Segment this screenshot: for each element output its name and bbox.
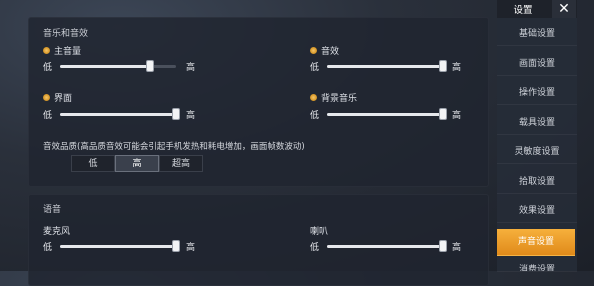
speaker-high-label: 高 (452, 243, 462, 253)
sound-quality-selector: 低 高 超高 (71, 155, 203, 172)
slider-thumb[interactable] (146, 60, 155, 72)
sound-effects-slider[interactable] (327, 60, 447, 72)
sidebar-item-pickup[interactable]: 拾取设置 (497, 171, 577, 194)
background-music-low-label: 低 (310, 111, 320, 121)
sidebar-item-controls[interactable]: 操作设置 (497, 82, 577, 105)
sidebar-item-purchase[interactable]: 消费设置 (497, 259, 577, 272)
background-music-label: 背景音乐 (310, 91, 357, 104)
slider-thumb[interactable] (439, 60, 447, 72)
microphone-label: 麦克风 (43, 224, 70, 237)
audio-settings-panel: 音乐和音效 主音量 低 高 音效 低 高 界面 低 高 背景音乐 低 高 音效品… (28, 17, 489, 187)
slider-thumb[interactable] (439, 108, 447, 120)
speaker-label: 喇叭 (310, 224, 328, 237)
interface-sound-text: 界面 (54, 94, 73, 104)
slider-thumb[interactable] (439, 240, 447, 252)
slider-fill (327, 65, 443, 68)
speaker-slider[interactable] (327, 240, 447, 252)
slider-fill (60, 245, 176, 248)
slider-thumb[interactable] (172, 240, 180, 252)
bullet-icon (43, 94, 50, 101)
close-icon[interactable]: ✕ (552, 0, 576, 18)
speaker-text: 喇叭 (310, 227, 329, 237)
quality-option-ultra[interactable]: 超高 (159, 155, 203, 172)
settings-title: 设置 (513, 5, 533, 16)
interface-sound-slider[interactable] (60, 108, 180, 120)
sound-effects-low-label: 低 (310, 63, 320, 73)
slider-fill (327, 245, 443, 248)
section-title-voice: 语音 (43, 205, 62, 215)
sound-effects-high-label: 高 (452, 63, 462, 73)
microphone-slider[interactable] (60, 240, 180, 252)
background-music-high-label: 高 (452, 111, 462, 121)
background-music-text: 背景音乐 (321, 94, 358, 104)
quality-option-low[interactable]: 低 (71, 155, 115, 172)
bullet-icon (43, 47, 50, 54)
interface-sound-label: 界面 (43, 91, 72, 104)
sidebar-item-sound[interactable]: 声音设置 (497, 229, 575, 256)
slider-thumb[interactable] (172, 108, 180, 120)
sidebar-item-sensitivity[interactable]: 灵敏度设置 (497, 141, 577, 164)
bullet-icon (310, 94, 317, 101)
interface-sound-high-label: 高 (186, 111, 196, 121)
master-volume-low-label: 低 (43, 63, 53, 73)
background-music-slider[interactable] (327, 108, 447, 120)
master-volume-label: 主音量 (43, 44, 81, 57)
microphone-low-label: 低 (43, 243, 53, 253)
slider-fill (327, 113, 443, 116)
slider-fill (60, 113, 176, 116)
master-volume-high-label: 高 (186, 63, 196, 73)
interface-sound-low-label: 低 (43, 111, 53, 121)
sound-quality-note: 音效品质(高品质音效可能会引起手机发热和耗电增加，画面帧数波动) (43, 142, 305, 152)
sidebar-item-effects[interactable]: 效果设置 (497, 200, 577, 223)
bullet-icon (310, 47, 317, 54)
voice-settings-panel: 语音 麦克风 低 高 喇叭 低 高 (28, 194, 489, 286)
sound-effects-label: 音效 (310, 44, 339, 57)
slider-fill (60, 65, 151, 68)
sidebar-item-graphics[interactable]: 画面设置 (497, 53, 577, 76)
microphone-text: 麦克风 (43, 227, 71, 237)
quality-option-high[interactable]: 高 (115, 155, 159, 172)
master-volume-text: 主音量 (54, 47, 82, 57)
microphone-high-label: 高 (186, 243, 196, 253)
master-volume-slider[interactable] (60, 60, 176, 72)
sidebar-item-basic[interactable]: 基础设置 (497, 23, 577, 46)
speaker-low-label: 低 (310, 243, 320, 253)
sound-effects-text: 音效 (321, 47, 340, 57)
sidebar-item-vehicle[interactable]: 载具设置 (497, 112, 577, 135)
section-title-audio: 音乐和音效 (43, 29, 89, 39)
